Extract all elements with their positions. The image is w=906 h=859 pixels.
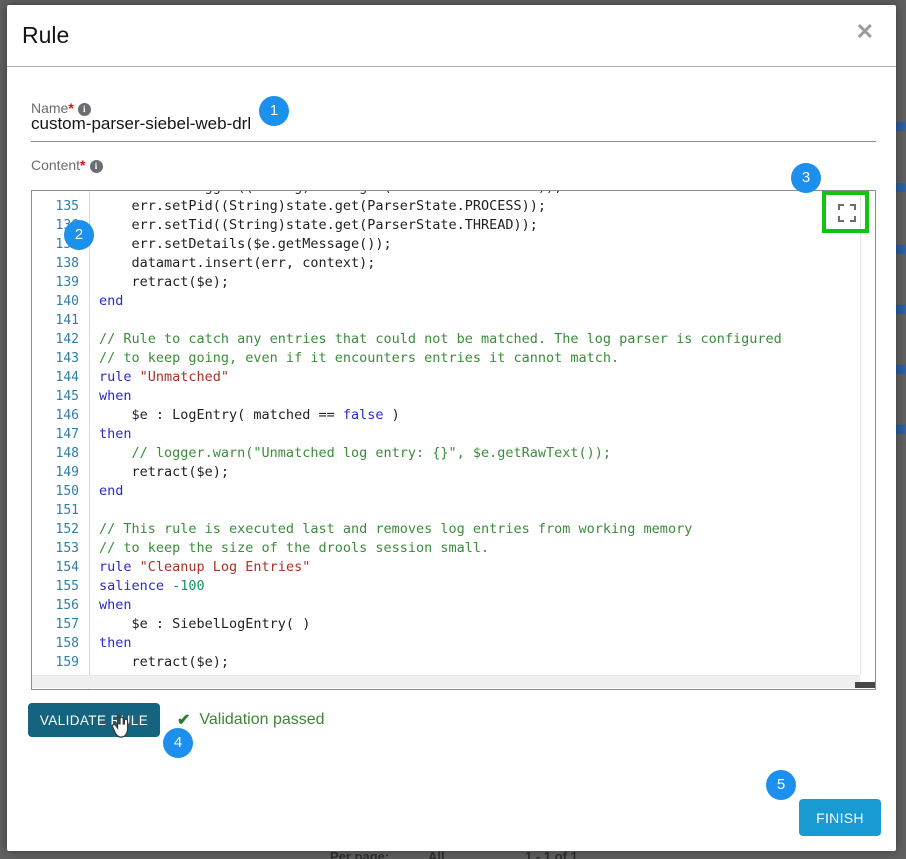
code-line: 145when bbox=[32, 387, 875, 406]
info-icon[interactable]: i bbox=[90, 160, 103, 173]
annotation-step-2: 2 bbox=[64, 220, 94, 250]
annotation-highlight-box bbox=[822, 191, 869, 233]
code-line: 139 retract($e); bbox=[32, 273, 875, 292]
content-field-label: Content*i bbox=[31, 157, 103, 173]
code-line: 137 err.setDetails($e.getMessage()); bbox=[32, 235, 875, 254]
code-line: 144rule "Unmatched" bbox=[32, 368, 875, 387]
background-icon-fragment bbox=[896, 122, 905, 131]
code-line: 149 retract($e); bbox=[32, 463, 875, 482]
validation-status: ✔ Validation passed bbox=[177, 708, 325, 732]
horizontal-scrollbar-track[interactable] bbox=[32, 675, 860, 688]
background-icon-fragment bbox=[896, 183, 905, 192]
code-line: 146 $e : LogEntry( matched == false ) bbox=[32, 406, 875, 425]
code-line: 148 // logger.warn("Unmatched log entry:… bbox=[32, 444, 875, 463]
code-line: 159 retract($e); bbox=[32, 653, 875, 672]
code-line: 153// to keep the size of the drools ses… bbox=[32, 539, 875, 558]
annotation-step-4: 4 bbox=[163, 728, 193, 758]
background-icon-fragment bbox=[896, 245, 905, 254]
close-icon[interactable]: ✕ bbox=[856, 21, 874, 43]
code-line: 138 datamart.insert(err, context); bbox=[32, 254, 875, 273]
rule-dialog: Rule ✕ Name*i custom-parser-siebel-web-d… bbox=[7, 5, 896, 851]
code-line: 156when bbox=[32, 596, 875, 615]
name-input-underline bbox=[31, 141, 876, 142]
code-line: 136 err.setTid((String)state.get(ParserS… bbox=[32, 216, 875, 235]
name-input[interactable]: custom-parser-siebel-web-drl bbox=[31, 114, 251, 134]
background-icon-fragment bbox=[896, 365, 905, 374]
validate-rule-button[interactable]: VALIDATE RULE bbox=[28, 703, 160, 737]
code-line: 140end bbox=[32, 292, 875, 311]
code-line: 141 bbox=[32, 311, 875, 330]
vertical-scrollbar-track[interactable] bbox=[860, 191, 861, 675]
code-lines: 135 err.setPid((String)state.get(ParserS… bbox=[32, 197, 875, 690]
code-line: 157 $e : SiebelLogEntry( ) bbox=[32, 615, 875, 634]
code-line: 142// Rule to catch any entries that cou… bbox=[32, 330, 875, 349]
screen: Per page: All 1 - 1 of 1 Rule ✕ Name*i c… bbox=[0, 0, 906, 859]
code-line: 135 err.setPid((String)state.get(ParserS… bbox=[32, 197, 875, 216]
check-icon: ✔ bbox=[177, 710, 190, 730]
hand-cursor-icon bbox=[106, 712, 134, 740]
annotation-step-1: 1 bbox=[259, 96, 289, 126]
code-line: 152// This rule is executed last and rem… bbox=[32, 520, 875, 539]
horizontal-scrollbar-thumb[interactable] bbox=[855, 682, 875, 688]
code-line: 155salience -100 bbox=[32, 577, 875, 596]
code-line: 147then bbox=[32, 425, 875, 444]
background-icon-fragment bbox=[896, 425, 905, 434]
header-divider bbox=[7, 66, 896, 67]
annotation-step-3: 3 bbox=[791, 163, 821, 193]
finish-button[interactable]: FINISH bbox=[799, 799, 881, 836]
code-line: 158then bbox=[32, 634, 875, 653]
background-icon-fragment bbox=[896, 305, 905, 314]
required-asterisk: * bbox=[80, 157, 85, 173]
code-line: 151 bbox=[32, 501, 875, 520]
code-line: 154rule "Cleanup Log Entries" bbox=[32, 558, 875, 577]
validation-status-text: Validation passed bbox=[199, 711, 324, 729]
dialog-title: Rule bbox=[22, 22, 69, 49]
code-line: 150end bbox=[32, 482, 875, 501]
annotation-step-5: 5 bbox=[766, 770, 796, 800]
content-code-editor[interactable]: err.setLogger((String)state.get(ParserSt… bbox=[31, 190, 876, 690]
code-line: 143// to keep going, even if it encounte… bbox=[32, 349, 875, 368]
